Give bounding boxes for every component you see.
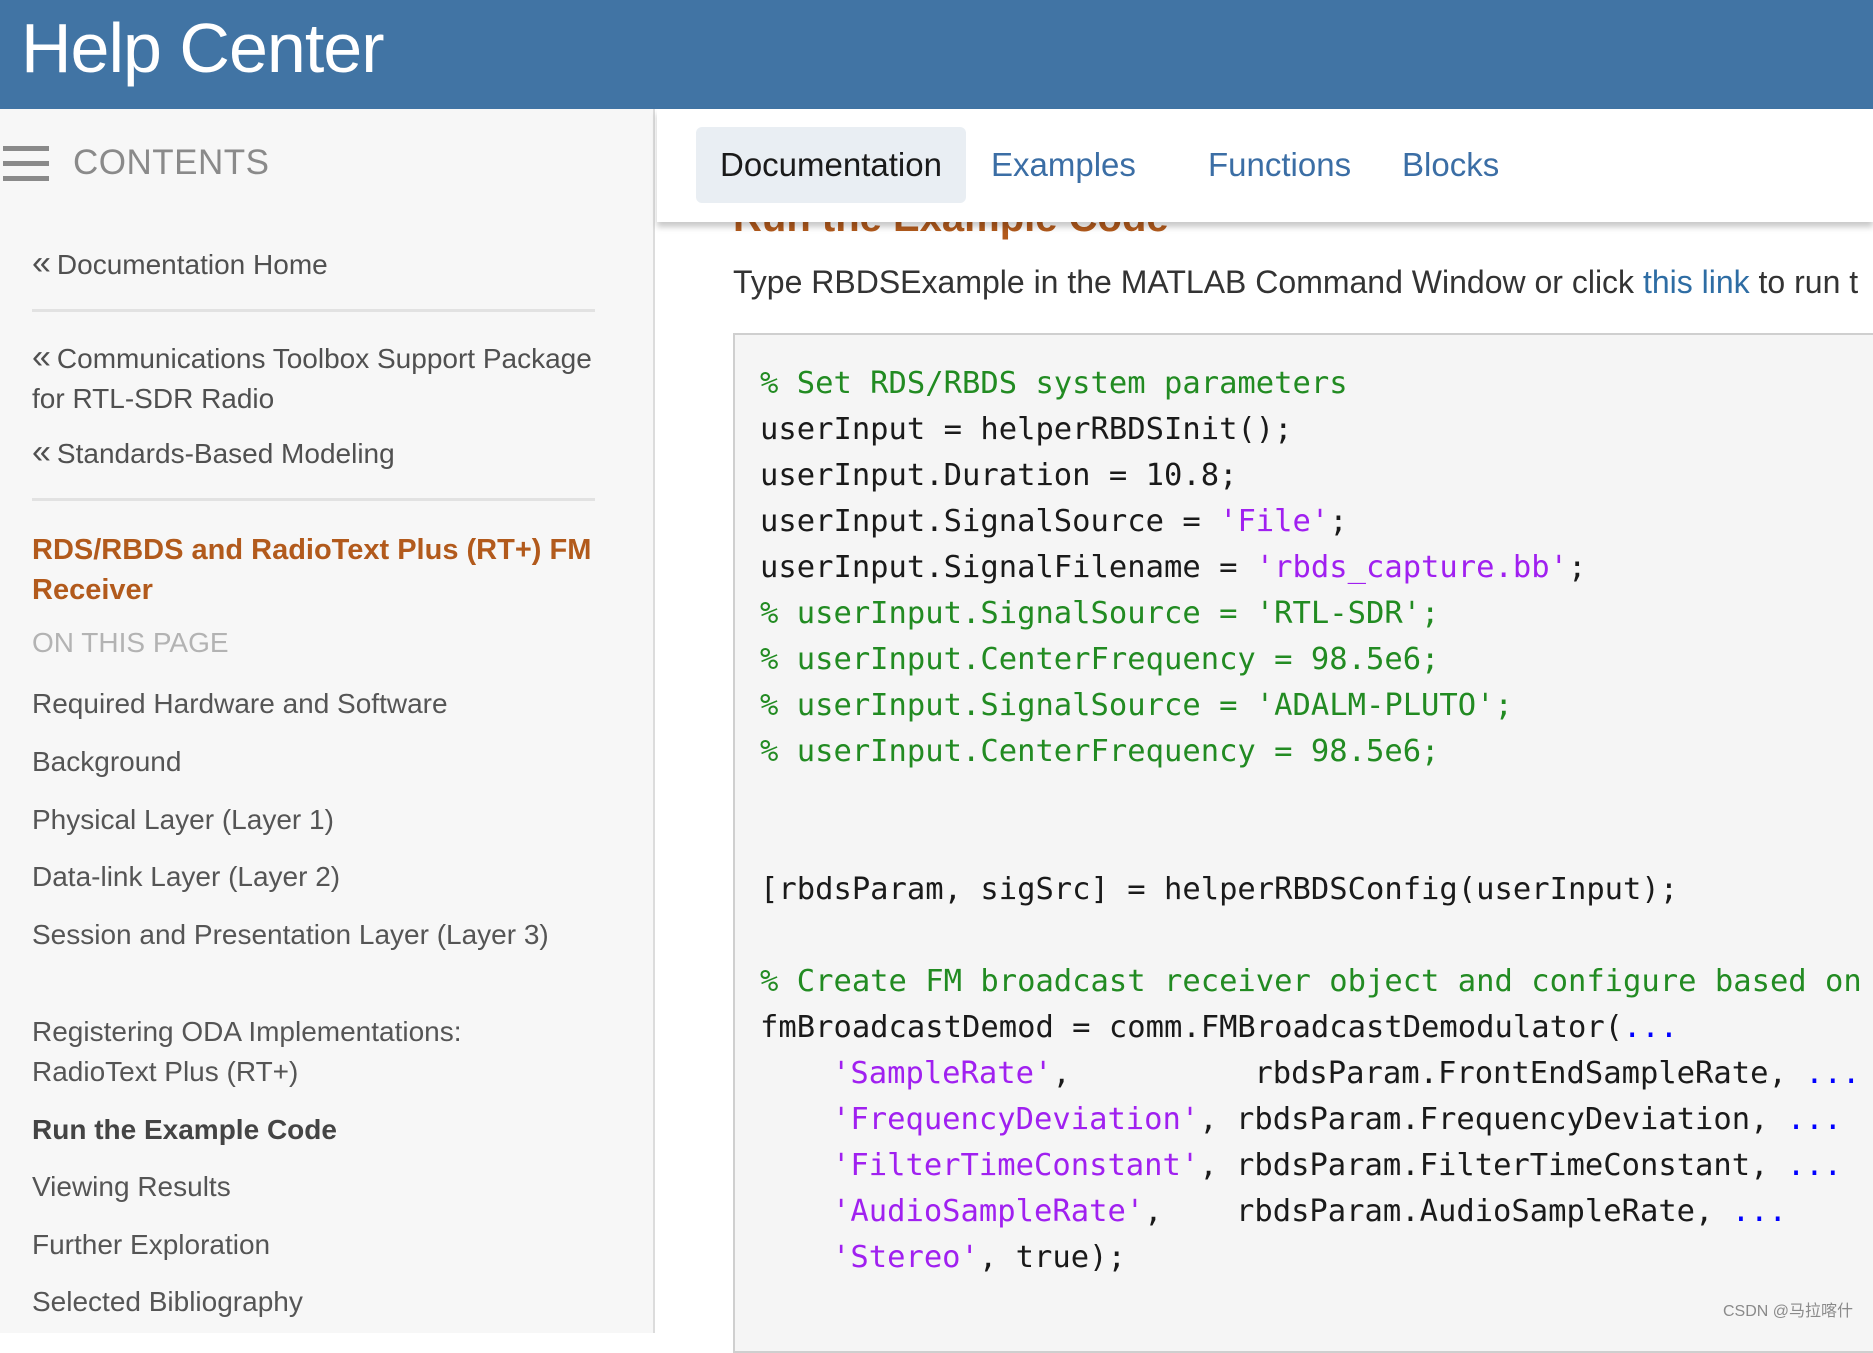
- run-example-link[interactable]: this link: [1643, 264, 1750, 300]
- current-page-title: RDS/RBDS and RadioText Plus (RT+) FM Rec…: [32, 534, 592, 606]
- code-continuation: ...: [1805, 1056, 1861, 1091]
- code-line: 'FrequencyDeviation', rbdsParam.Frequenc…: [832, 1102, 1842, 1137]
- code-continuation: ...: [1623, 1010, 1679, 1045]
- code-comment: % userInput.CenterFrequency = 98.5e6;: [760, 642, 1440, 677]
- page-title: Help Center: [21, 9, 385, 87]
- help-center-header: Help Center: [0, 0, 1873, 109]
- code-line: userInput = helperRBDSInit();: [760, 412, 1293, 447]
- toc-selected-bibliography[interactable]: Selected Bibliography: [32, 1282, 592, 1322]
- code-line: fmBroadcastDemod = comm.FMBroadcastDemod…: [760, 1010, 1679, 1045]
- code-line: [rbdsParam, sigSrc] = helperRBDSConfig(u…: [760, 872, 1679, 907]
- tab-documentation[interactable]: Documentation: [696, 127, 966, 203]
- code-string: 'Stereo': [832, 1240, 979, 1275]
- toc-data-link-layer[interactable]: Data-link Layer (Layer 2): [32, 857, 592, 897]
- code-line: userInput.SignalSource = 'File';: [760, 504, 1348, 539]
- breadcrumb-rtl-sdr-support-package[interactable]: «Communications Toolbox Support Package …: [32, 337, 597, 419]
- toc-further-exploration[interactable]: Further Exploration: [32, 1225, 592, 1265]
- on-this-page-label: ON THIS PAGE: [32, 627, 229, 658]
- code-line: 'SampleRate', rbdsParam.FrontEndSampleRa…: [832, 1056, 1861, 1091]
- code-comment: % Create FM broadcast receiver object an…: [760, 964, 1873, 999]
- double-chevron-left-icon: «: [32, 433, 51, 471]
- toc-run-example-code[interactable]: Run the Example Code: [32, 1110, 592, 1150]
- code-line: 'FilterTimeConstant', rbdsParam.FilterTi…: [832, 1148, 1842, 1183]
- code-string: 'rbds_capture.bb': [1255, 550, 1568, 585]
- toc-viewing-results[interactable]: Viewing Results: [32, 1167, 592, 1207]
- toc-required-hardware[interactable]: Required Hardware and Software: [32, 684, 592, 724]
- code-string: 'FrequencyDeviation': [832, 1102, 1200, 1137]
- code-string: 'File': [1219, 504, 1330, 539]
- double-chevron-left-icon: «: [32, 338, 51, 376]
- toc-background[interactable]: Background: [32, 742, 592, 782]
- breadcrumb-standards-based-modeling[interactable]: «Standards-Based Modeling: [32, 432, 395, 474]
- code-line: userInput.Duration = 10.8;: [760, 458, 1238, 493]
- toc-registering-oda[interactable]: Registering ODA Implementations: RadioTe…: [32, 1012, 552, 1092]
- code-string: 'AudioSampleRate': [832, 1194, 1145, 1229]
- sidebar-divider: [32, 498, 595, 501]
- code-string: 'SampleRate': [832, 1056, 1053, 1091]
- double-chevron-left-icon: «: [32, 244, 51, 282]
- toc-physical-layer[interactable]: Physical Layer (Layer 1): [32, 800, 592, 840]
- code-line: 'Stereo', true);: [832, 1240, 1126, 1275]
- code-comment: % Set RDS/RBDS system parameters: [760, 366, 1348, 401]
- tab-functions[interactable]: Functions: [1184, 127, 1375, 203]
- hamburger-icon[interactable]: [3, 146, 49, 182]
- code-comment: % userInput.CenterFrequency = 98.5e6;: [760, 734, 1440, 769]
- toc-session-presentation-layer[interactable]: Session and Presentation Layer (Layer 3): [32, 915, 572, 955]
- sidebar-divider: [32, 309, 595, 312]
- code-comment: % userInput.SignalSource = 'RTL-SDR';: [760, 596, 1440, 631]
- breadcrumb-documentation-home[interactable]: «Documentation Home: [32, 243, 328, 285]
- contents-label[interactable]: CONTENTS: [73, 143, 270, 183]
- code-continuation: ...: [1786, 1148, 1842, 1183]
- tab-examples[interactable]: Examples: [967, 127, 1160, 203]
- code-string: 'FilterTimeConstant': [832, 1148, 1200, 1183]
- code-continuation: ...: [1786, 1102, 1842, 1137]
- code-continuation: ...: [1731, 1194, 1787, 1229]
- code-line: 'AudioSampleRate', rbdsParam.AudioSample…: [832, 1194, 1787, 1229]
- watermark: CSDN @马拉喀什: [1722, 1303, 1853, 1320]
- code-line: userInput.SignalFilename = 'rbds_capture…: [760, 550, 1587, 585]
- code-comment: % userInput.SignalSource = 'ADALM-PLUTO'…: [760, 688, 1513, 723]
- tab-blocks[interactable]: Blocks: [1378, 127, 1523, 203]
- intro-paragraph: Type RBDSExample in the MATLAB Command W…: [733, 264, 1859, 300]
- tab-bar: Documentation Examples Functions Blocks: [657, 109, 1873, 222]
